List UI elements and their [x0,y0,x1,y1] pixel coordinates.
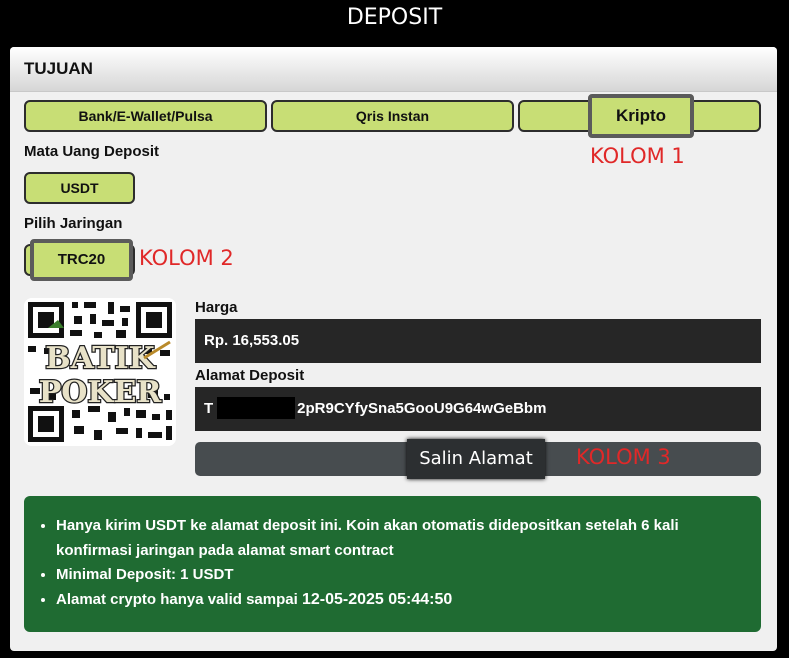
validity-text: Alamat crypto hanya valid sampai [56,590,302,608]
annotation-kolom-3: KOLOM 3 [576,445,671,469]
method-kripto-selected[interactable]: Kripto [588,94,694,138]
network-trc20-selected[interactable]: TRC20 [30,239,133,281]
qr-code: BATIK POKER [24,298,176,446]
annotation-kolom-1: KOLOM 1 [590,144,685,168]
currency-usdt-button[interactable]: USDT [24,172,135,204]
copy-bar: Salin Alamat [195,439,761,479]
network-label: Pilih Jaringan [24,215,123,232]
logo-line1: BATIK [45,341,155,376]
deposit-panel: TUJUAN Bank/E-Wallet/Pulsa Qris Instan K… [10,47,777,651]
info-item: Minimal Deposit: 1 USDT [56,563,749,588]
address-visible: 2pR9CYfySna5GooU9G64wGeBbm [297,400,547,417]
method-bank-button[interactable]: Bank/E-Wallet/Pulsa [24,100,267,132]
method-qris-button[interactable]: Qris Instan [271,100,514,132]
price-field: Rp. 16,553.05 [195,319,761,363]
qr-code-icon: BATIK POKER [24,298,176,446]
page-title: DEPOSIT [346,5,443,30]
address-redaction [217,397,296,420]
price-label: Harga [195,299,238,316]
address-label: Alamat Deposit [195,367,305,384]
address-prefix: T [204,400,214,417]
currency-label: Mata Uang Deposit [24,143,160,160]
panel-header: TUJUAN [10,47,777,92]
address-field[interactable]: T 2pR9CYfySna5GooU9G64wGeBbm [195,387,761,431]
info-box: Hanya kirim USDT ke alamat deposit ini. … [24,496,761,632]
info-item-validity: Alamat crypto hanya valid sampai 12-05-2… [56,588,749,613]
logo-line2: POKER [39,375,163,410]
copy-address-button[interactable]: Salin Alamat [407,439,545,479]
info-item: Hanya kirim USDT ke alamat deposit ini. … [56,514,749,563]
validity-time: 12-05-2025 05:44:50 [301,590,453,608]
annotation-kolom-2: KOLOM 2 [139,246,234,270]
info-list: Hanya kirim USDT ke alamat deposit ini. … [36,514,749,612]
